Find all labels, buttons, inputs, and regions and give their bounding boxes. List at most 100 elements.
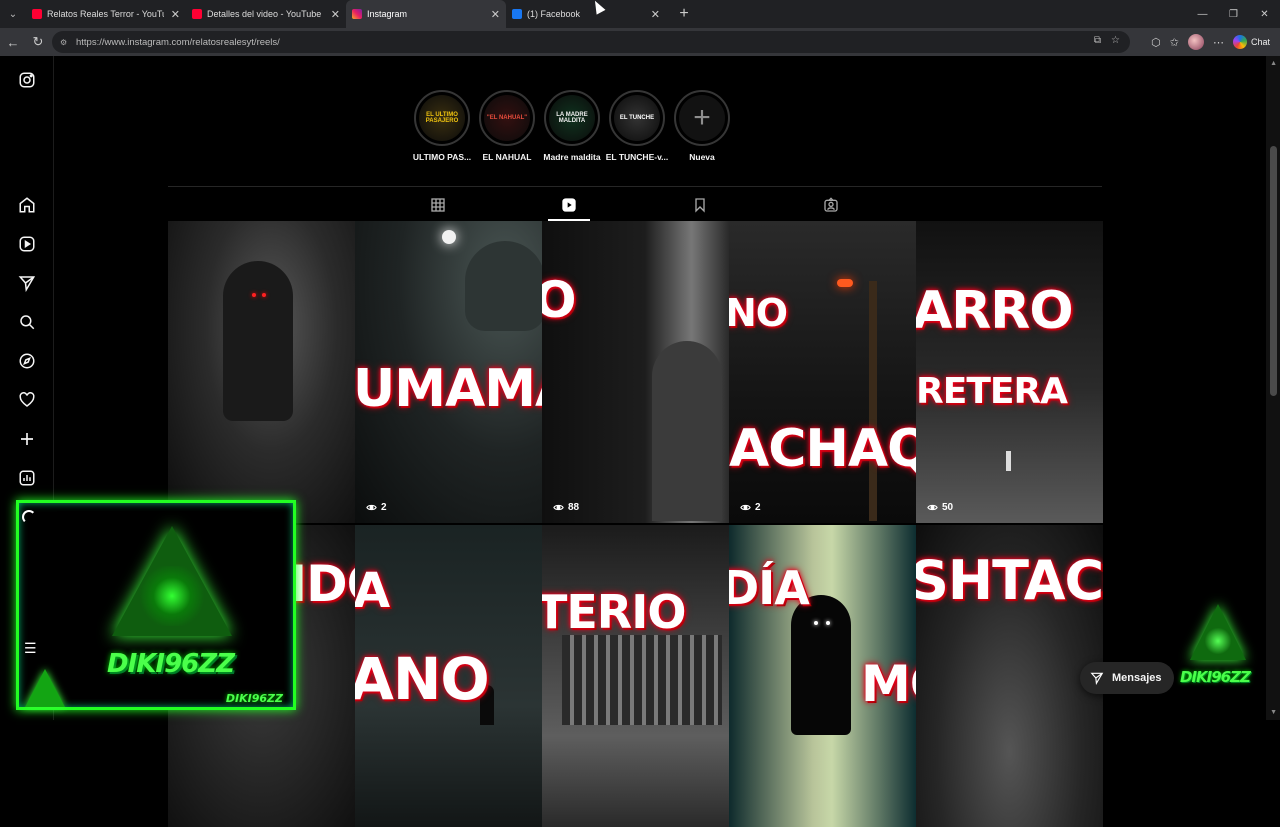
highlight-ring: + bbox=[674, 90, 730, 146]
streamer-webcam-frame: DIKI96ZZ DIKI96ZZ bbox=[16, 500, 296, 710]
highlight-cover: EL TUNCHE bbox=[614, 95, 660, 141]
reel-overlay-text: A bbox=[355, 563, 390, 619]
dashboard-icon[interactable] bbox=[17, 468, 37, 488]
direct-messages-icon[interactable] bbox=[17, 273, 37, 293]
cemetery-building bbox=[562, 635, 722, 725]
reel-tile[interactable]: TERIO bbox=[542, 525, 729, 827]
more-menu-icon[interactable]: ⋯ bbox=[1213, 36, 1224, 49]
url-text: https://www.instagram.com/relatosrealesy… bbox=[76, 36, 280, 48]
highlight-item[interactable]: "EL NAHUAL" EL NAHUAL bbox=[479, 90, 535, 162]
reel-overlay-text: SHTACO bbox=[916, 549, 1103, 612]
site-info-icon[interactable]: ⚙ bbox=[60, 38, 70, 47]
highlight-label: Madre maldita bbox=[543, 152, 601, 162]
copilot-chat-button[interactable]: Chat bbox=[1232, 35, 1270, 49]
reel-tile[interactable]: A ANO bbox=[355, 525, 542, 827]
browser-tab-instagram[interactable]: Instagram ✕ bbox=[346, 0, 506, 28]
back-button[interactable]: ← bbox=[1, 30, 25, 54]
toolbar-right: ⬡ ✩ ⋯ Chat bbox=[1151, 28, 1280, 56]
reel-tile[interactable]: ARRO RETERA 50 bbox=[916, 221, 1103, 523]
create-plus-icon[interactable] bbox=[17, 429, 37, 449]
page-scrollbar[interactable]: ▲ ▼ bbox=[1266, 56, 1280, 720]
reel-tile[interactable] bbox=[168, 221, 355, 523]
reel-overlay-text: UMAMATÉ ! bbox=[355, 359, 542, 419]
close-tab-icon[interactable]: ✕ bbox=[171, 8, 180, 21]
bookmark-star-icon[interactable]: ☆ bbox=[1111, 35, 1120, 46]
highlight-cover: EL ULTIMO PASAJERO bbox=[419, 95, 465, 141]
notifications-heart-icon[interactable] bbox=[17, 390, 37, 410]
close-tab-icon[interactable]: ✕ bbox=[651, 8, 660, 21]
tab-title: (1) Facebook bbox=[527, 9, 581, 19]
favorites-icon[interactable]: ✩ bbox=[1170, 36, 1179, 49]
reel-overlay-text-2: RETERA bbox=[916, 371, 1068, 412]
highlight-label: EL TUNCHE-v... bbox=[605, 152, 669, 162]
instagram-icon bbox=[352, 9, 362, 19]
eye-icon bbox=[366, 504, 377, 511]
eye-icon bbox=[553, 504, 564, 511]
shadow-figure bbox=[791, 595, 851, 735]
reel-overlay-text: ARRO bbox=[916, 281, 1074, 341]
glowing-eye bbox=[814, 621, 818, 625]
highlight-ring: EL TUNCHE bbox=[609, 90, 665, 146]
address-bar[interactable]: ⚙ https://www.instagram.com/relatosreale… bbox=[52, 31, 1130, 53]
saved-icon[interactable] bbox=[690, 195, 710, 215]
close-tab-icon[interactable]: ✕ bbox=[331, 8, 340, 21]
browser-tab-youtube[interactable]: Relatos Reales Terror - YouTube ✕ bbox=[26, 0, 186, 28]
close-tab-icon[interactable]: ✕ bbox=[491, 8, 500, 21]
profile-avatar[interactable] bbox=[1187, 34, 1204, 50]
highlight-ring: LA MADRE MALDITA bbox=[544, 90, 600, 146]
reel-tile[interactable]: UMAMATÉ ! 2 bbox=[355, 221, 542, 523]
highlight-item[interactable]: EL TUNCHE EL TUNCHE-v... bbox=[606, 90, 668, 162]
new-highlight-button[interactable]: + Nueva bbox=[674, 90, 730, 162]
highlight-item[interactable]: EL ULTIMO PASAJERO ULTIMO PAS... bbox=[413, 90, 471, 162]
reel-overlay-text: NO bbox=[729, 291, 788, 335]
highlight-cover: "EL NAHUAL" bbox=[484, 95, 530, 141]
reload-button[interactable]: ↻ bbox=[26, 30, 50, 54]
reel-overlay-text-2: ANO bbox=[355, 645, 490, 713]
reel-overlay-text: TERIO bbox=[542, 585, 686, 639]
reels-icon[interactable] bbox=[559, 195, 579, 215]
open-in-app-icon[interactable]: ⧉ bbox=[1094, 35, 1101, 46]
triangle-logo-small bbox=[25, 669, 65, 707]
highlight-item[interactable]: LA MADRE MALDITA Madre maldita bbox=[543, 90, 601, 162]
reel-tile[interactable]: SHTACO bbox=[916, 525, 1103, 827]
browser-tab-facebook[interactable]: (1) Facebook ✕ bbox=[506, 0, 666, 28]
reels-nav-icon[interactable] bbox=[17, 234, 37, 254]
reel-overlay-text: DÍA bbox=[729, 561, 810, 615]
messages-button[interactable]: Mensajes bbox=[1080, 662, 1174, 694]
reel-tile[interactable]: O 88 bbox=[542, 221, 729, 523]
tagged-icon[interactable] bbox=[821, 195, 841, 215]
home-icon[interactable] bbox=[17, 195, 37, 215]
direct-messages-icon bbox=[1090, 672, 1104, 685]
tab-title: Detalles del video - YouTube Studio bbox=[207, 9, 324, 19]
more-menu-icon[interactable]: ☰ bbox=[24, 640, 37, 657]
view-count-value: 2 bbox=[381, 502, 387, 513]
reel-tile[interactable]: NO ACHAQU 2 bbox=[729, 221, 916, 523]
logo-glow bbox=[137, 566, 207, 626]
instagram-logo-icon[interactable] bbox=[17, 70, 37, 90]
tab-search-icon[interactable]: ⌄ bbox=[0, 0, 26, 28]
view-count-value: 2 bbox=[755, 502, 761, 513]
scroll-up-icon[interactable]: ▲ bbox=[1270, 60, 1277, 67]
restore-icon[interactable]: ❐ bbox=[1218, 0, 1249, 28]
tab-title: Relatos Reales Terror - YouTube bbox=[47, 9, 164, 19]
browser-tab-strip: ⌄ Relatos Reales Terror - YouTube ✕ Deta… bbox=[0, 0, 1280, 28]
scroll-thumb[interactable] bbox=[1270, 146, 1277, 396]
extensions-icon[interactable]: ⬡ bbox=[1151, 36, 1161, 49]
highlight-cover: LA MADRE MALDITA bbox=[549, 95, 595, 141]
explore-compass-icon[interactable] bbox=[17, 351, 37, 371]
new-tab-button[interactable]: + bbox=[674, 5, 694, 23]
reel-tile[interactable]: DÍA MO bbox=[729, 525, 916, 827]
cigar-ember bbox=[837, 279, 853, 287]
minimize-icon[interactable]: — bbox=[1187, 0, 1218, 28]
reels-grid: UMAMATÉ ! 2 O 88 NO ACHAQU 2 bbox=[168, 221, 1103, 827]
close-window-icon[interactable]: ✕ bbox=[1249, 0, 1280, 28]
view-count-value: 50 bbox=[942, 502, 954, 513]
browser-tab-youtube-studio[interactable]: Detalles del video - YouTube Studio ✕ bbox=[186, 0, 346, 28]
posts-grid-icon[interactable] bbox=[428, 195, 448, 215]
highlight-label: ULTIMO PAS... bbox=[412, 152, 472, 162]
view-count: 2 bbox=[740, 502, 761, 513]
streamer-tag: DIKI96ZZ bbox=[225, 692, 283, 705]
search-icon[interactable] bbox=[17, 312, 37, 332]
story-highlights: EL ULTIMO PASAJERO ULTIMO PAS... "EL NAH… bbox=[413, 90, 730, 162]
scroll-down-icon[interactable]: ▼ bbox=[1270, 709, 1277, 716]
